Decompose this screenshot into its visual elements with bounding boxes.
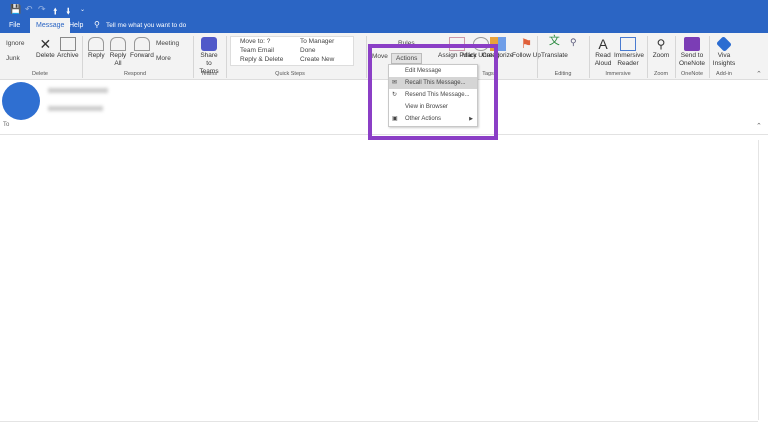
more-button[interactable]: More [156, 55, 171, 62]
horizontal-scrollbar[interactable] [0, 421, 758, 430]
date-redacted [48, 106, 103, 111]
tab-file[interactable]: File [3, 18, 26, 33]
tell-me-search[interactable]: Tell me what you want to do [106, 22, 186, 29]
vertical-scrollbar[interactable] [758, 140, 766, 420]
onenote-icon [684, 37, 700, 51]
send-to-onenote-button[interactable]: Send to OneNote [678, 37, 706, 68]
immersive-reader-button[interactable]: Immersive Reader [614, 37, 644, 68]
collapse-header-icon[interactable]: ⌃ [756, 122, 762, 130]
search-icon[interactable]: ⚲ [570, 37, 577, 48]
quick-step[interactable]: To Manager [300, 38, 334, 45]
group-label-onenote: OneNote [680, 71, 703, 77]
reply-button[interactable]: Reply [88, 37, 105, 60]
archive-button[interactable]: Archive [57, 37, 79, 60]
divider [366, 36, 367, 78]
group-label-immersive: Immersive [605, 71, 631, 77]
divider [193, 36, 194, 78]
meeting-button[interactable]: Meeting [156, 40, 179, 47]
translate-button[interactable]: 文 Translate [541, 35, 568, 60]
reply-icon [88, 37, 105, 51]
quick-step[interactable]: Move to: ? [240, 38, 270, 45]
group-label-respond: Respond [123, 71, 147, 77]
forward-button[interactable]: Forward [130, 37, 154, 60]
viva-icon [716, 36, 732, 52]
reply-all-icon [110, 37, 126, 51]
zoom-button[interactable]: ⚲ Zoom [651, 37, 671, 60]
collapse-ribbon-icon[interactable]: ⌃ [756, 70, 762, 78]
teams-icon [201, 37, 217, 51]
reply-all-button[interactable]: Reply All [109, 37, 127, 68]
quick-step[interactable]: Reply & Delete [240, 56, 283, 63]
group-label-editing: Editing [554, 71, 572, 77]
highlight-box [368, 44, 498, 140]
delete-button[interactable]: ✕ Delete [36, 37, 55, 60]
quick-step[interactable]: Done [300, 47, 316, 54]
group-label-tags: Tags [482, 71, 494, 77]
translate-icon: 文 [548, 35, 560, 47]
read-aloud-icon: A [598, 36, 608, 52]
delete-icon: ✕ [39, 36, 52, 52]
tab-help[interactable]: Help [63, 18, 89, 33]
quick-step[interactable]: Team Email [240, 47, 274, 54]
divider [709, 36, 710, 78]
quick-step[interactable]: Create New [300, 56, 334, 63]
customize-icon[interactable]: ⌄ [80, 6, 85, 13]
to-label: To [3, 122, 10, 128]
forward-icon [133, 37, 150, 51]
viva-insights-button[interactable]: Viva Insights [712, 36, 736, 68]
divider [82, 36, 83, 78]
read-aloud-button[interactable]: A Read Aloud [593, 37, 613, 68]
title-bar: 💾 ↶ ↷ 🠙 🠛 ⌄ File Message Help ⚲ Tell me … [0, 0, 768, 34]
ignore-button[interactable]: Ignore [6, 40, 24, 47]
undo-icon[interactable]: ↶ [25, 4, 33, 15]
divider [675, 36, 676, 78]
divider [589, 36, 590, 78]
group-label-add-in: Add-in [716, 71, 732, 77]
lightbulb-icon: ⚲ [94, 20, 100, 29]
group-label-zoom: Zoom [653, 71, 669, 77]
junk-button[interactable]: Junk [6, 55, 20, 62]
divider [647, 36, 648, 78]
save-icon[interactable]: 💾 [10, 4, 21, 15]
redo-icon[interactable]: ↷ [38, 4, 46, 15]
immersive-reader-icon [620, 37, 636, 51]
divider [226, 36, 227, 78]
group-label-delete: Delete [32, 71, 48, 77]
divider [537, 36, 538, 78]
flag-icon: ⚑ [520, 36, 533, 51]
zoom-icon: ⚲ [656, 37, 666, 51]
archive-icon [59, 37, 76, 51]
group-label-teams: Teams [200, 71, 218, 77]
avatar [2, 82, 40, 120]
group-label-quick-steps: Quick Steps [275, 71, 305, 77]
sender-name-redacted [48, 88, 108, 93]
